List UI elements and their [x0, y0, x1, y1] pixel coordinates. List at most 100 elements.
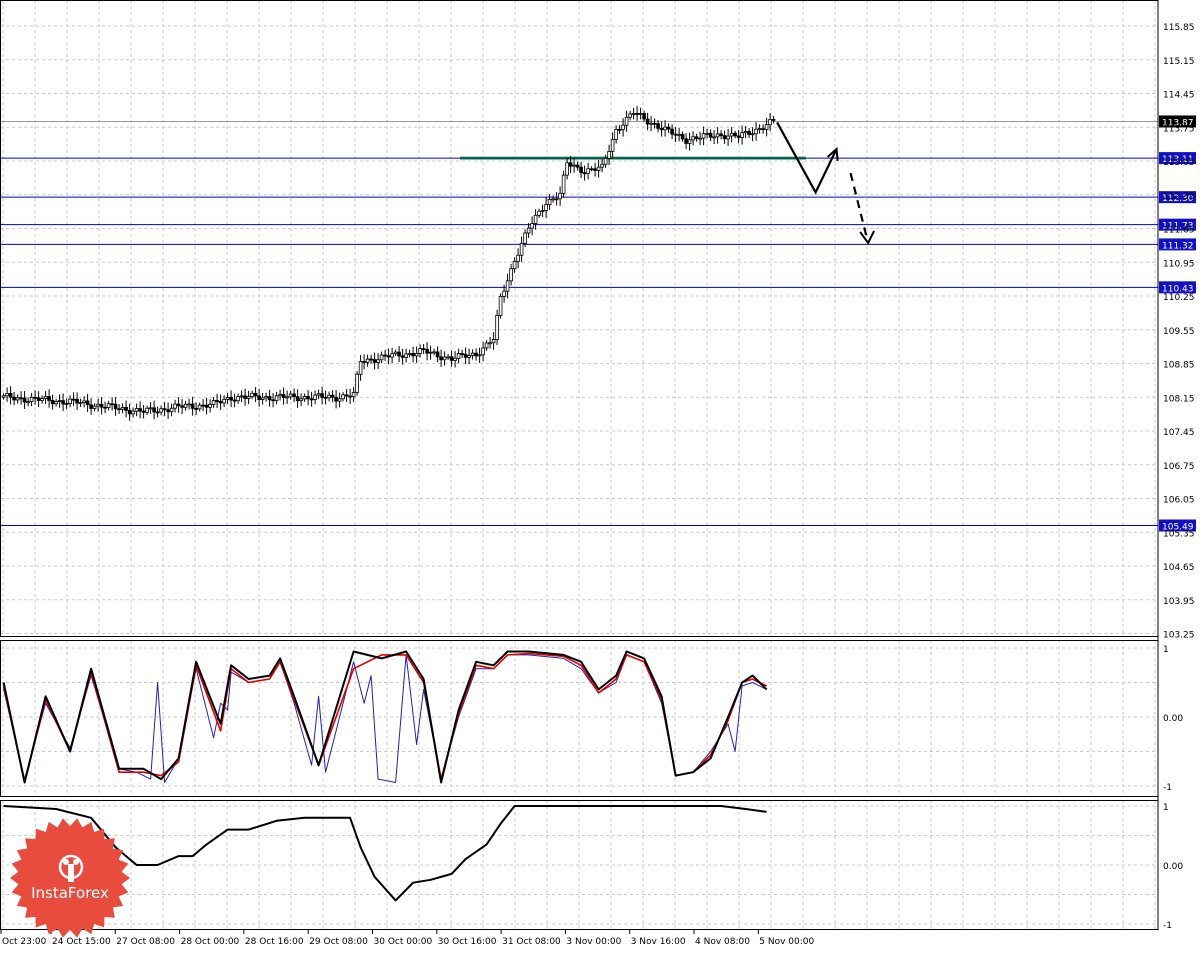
- candle-body: [750, 133, 755, 136]
- candle-body: [663, 126, 667, 131]
- candle-body: [323, 396, 328, 399]
- instaforex-logo: InstaForex: [10, 818, 130, 938]
- candle-body: [516, 254, 520, 262]
- candle-body: [565, 162, 569, 176]
- candle-body: [537, 210, 541, 216]
- candle-body: [344, 394, 349, 397]
- stochastic-tick-label: 1: [1163, 645, 1169, 655]
- grid: [0, 0, 1158, 930]
- candle-body: [404, 353, 408, 358]
- candle-body: [337, 398, 342, 402]
- candle-body: [12, 396, 16, 401]
- price-tick-label: 112.35: [1163, 192, 1195, 202]
- candle-body: [540, 210, 545, 212]
- candle-body: [761, 128, 765, 131]
- candle-body: [33, 396, 37, 399]
- candle-body: [726, 135, 730, 140]
- candle-body: [162, 408, 167, 411]
- x-axis-label: 30 Oct 16:00: [438, 937, 497, 947]
- candle-body: [292, 393, 296, 397]
- candle-body: [453, 357, 457, 361]
- candle-body: [400, 355, 405, 358]
- candle-body: [614, 128, 618, 140]
- candle-body: [36, 397, 41, 401]
- candle-body: [71, 398, 76, 401]
- candle-body: [75, 398, 79, 404]
- candle-body: [418, 348, 422, 354]
- candle-body: [523, 232, 527, 244]
- candle-body: [351, 391, 356, 398]
- candle-body: [281, 394, 286, 398]
- candle-body: [295, 396, 300, 402]
- candle-body: [369, 358, 373, 361]
- candle-body: [617, 128, 622, 131]
- price-candles: [1, 106, 776, 421]
- candle-body: [411, 352, 415, 357]
- candle-body: [547, 198, 552, 205]
- candle-body: [138, 408, 142, 412]
- candle-body: [624, 116, 629, 126]
- candle-body: [428, 351, 433, 354]
- candle-body: [694, 136, 699, 140]
- price-tick-label: 114.45: [1163, 91, 1195, 101]
- candle-body: [208, 403, 212, 408]
- candle-body: [425, 348, 429, 354]
- candle-body: [194, 407, 198, 410]
- candle-body: [85, 400, 90, 406]
- candle-body: [330, 394, 335, 398]
- candle-body: [582, 172, 587, 175]
- candle-body: [421, 348, 426, 350]
- chart-canvas[interactable]: 113.11112.30111.73111.32110.43105.49113.…: [0, 0, 1200, 951]
- candle-body: [197, 404, 202, 410]
- price-tick-label: 103.95: [1163, 597, 1195, 607]
- candle-body: [250, 392, 254, 397]
- candle-body: [736, 135, 741, 138]
- price-tick-label: 115.85: [1163, 23, 1195, 33]
- price-tick-label: 106.75: [1163, 462, 1195, 472]
- candle-body: [701, 133, 706, 139]
- candle-body: [673, 133, 678, 136]
- candle-body: [15, 397, 20, 401]
- candle-body: [103, 406, 107, 409]
- candle-body: [768, 119, 772, 126]
- price-tick-label: 110.95: [1163, 259, 1195, 269]
- candle-body: [474, 352, 478, 357]
- candle-body: [449, 356, 454, 361]
- candle-body: [684, 138, 688, 144]
- price-tick-label: 103.25: [1163, 631, 1195, 641]
- candle-body: [106, 403, 111, 408]
- candle-body: [754, 128, 758, 135]
- candle-body: [771, 119, 776, 121]
- candle-body: [180, 405, 184, 408]
- candle-body: [82, 400, 86, 403]
- candle-body: [159, 408, 163, 413]
- logo-text: InstaForex: [31, 884, 109, 902]
- candle-body: [568, 162, 573, 167]
- candle-body: [579, 166, 583, 174]
- candle-body: [554, 198, 559, 201]
- candle-body: [572, 164, 576, 167]
- stochastic-tick-label: -1: [1163, 783, 1172, 793]
- candle-body: [348, 395, 352, 398]
- horizontal-levels: 113.11112.30111.73111.32110.43105.49113.…: [0, 115, 1196, 533]
- price-tick-label: 105.35: [1163, 529, 1195, 539]
- candle-body: [267, 396, 272, 401]
- candle-body: [89, 404, 93, 409]
- candle-body: [229, 397, 233, 401]
- oscillator-tick-label: 1: [1163, 803, 1169, 813]
- candle-body: [484, 342, 489, 349]
- stochastic-tick-label: 0.00: [1163, 714, 1183, 724]
- candle-body: [705, 132, 709, 135]
- candle-body: [190, 403, 195, 409]
- candle-body: [47, 396, 51, 401]
- candle-body: [722, 135, 727, 140]
- candle-body: [687, 139, 692, 144]
- candle-body: [729, 132, 734, 137]
- candle-body: [50, 400, 55, 405]
- oscillator-tick-label: 0.00: [1163, 862, 1183, 872]
- candle-body: [302, 396, 307, 400]
- candle-body: [712, 136, 716, 139]
- candle-body: [19, 397, 23, 400]
- candle-body: [715, 133, 720, 138]
- candle-body: [288, 393, 293, 398]
